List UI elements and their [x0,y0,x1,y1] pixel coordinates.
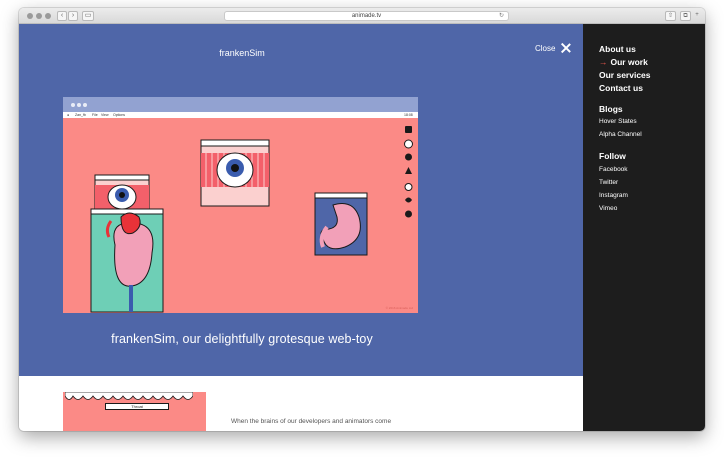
page-content: frankenSim Close ● Zan_fb File View Opti… [19,24,705,431]
close-window-dot[interactable] [27,13,33,19]
sidebar-menu: About us → Our work Our services Contact … [583,24,705,431]
follow-link-twitter[interactable]: Twitter [599,179,618,186]
throat-window-title: Throat [105,403,169,410]
follow-link-instagram[interactable]: Instagram [599,192,628,199]
follow-link-vimeo[interactable]: Vimeo [599,205,617,212]
browser-toolbar: ‹ › ▭ animade.tv ↻ ⇧ ⧉ + [19,8,705,24]
close-label: Close [535,43,556,53]
zoom-window-dot[interactable] [45,13,51,19]
teeth-graphic [65,392,193,400]
browser-window: ‹ › ▭ animade.tv ↻ ⇧ ⧉ + frankenSim Clos… [19,8,705,431]
share-icon[interactable]: ⇧ [665,11,676,21]
throat-illustration: Throat [63,392,206,431]
torso-window [90,208,164,313]
project-title: frankenSim [219,48,265,58]
new-tab-icon[interactable]: + [693,11,701,21]
brain-window [200,139,270,207]
reload-icon[interactable]: ↻ [499,12,504,20]
sidebar-toggle-icon[interactable]: ▭ [82,11,94,21]
nav-contact-us[interactable]: Contact us [599,83,643,93]
project-body: Throat When the brains of our developers… [19,376,583,431]
address-bar[interactable]: animade.tv ↻ [224,11,509,21]
illustration-icon-column [404,126,413,218]
blogs-heading: Blogs [599,104,623,114]
project-illustration[interactable]: ● Zan_fb File View Options 18:08 © 2016 … [63,97,418,313]
project-hero: frankenSim Close ● Zan_fb File View Opti… [19,24,583,376]
forward-button[interactable]: › [68,11,78,21]
project-intro-text: When the brains of our developers and an… [231,418,392,425]
follow-heading: Follow [599,151,626,161]
nav-our-services[interactable]: Our services [599,70,651,80]
follow-link-facebook[interactable]: Facebook [599,166,628,173]
stomach-window [314,192,368,256]
illustration-artwork [90,126,413,313]
nav-our-work-label: Our work [610,57,648,67]
blog-link-alpha-channel[interactable]: Alpha Channel [599,131,642,138]
project-tagline: frankenSim, our delightfully grotesque w… [111,332,373,346]
close-icon [561,43,571,53]
active-arrow-icon: → [599,57,608,67]
tabs-icon[interactable]: ⧉ [680,11,691,21]
nav-about-us[interactable]: About us [599,44,636,54]
illustration-footer: © 2016 Animade Ltd [385,306,413,310]
nav-our-work[interactable]: → Our work [599,57,648,67]
minimize-window-dot[interactable] [36,13,42,19]
url-text: animade.tv [351,13,382,19]
close-button[interactable]: Close [535,43,571,53]
back-button[interactable]: ‹ [57,11,67,21]
blog-link-hover-states[interactable]: Hover States [599,118,637,125]
